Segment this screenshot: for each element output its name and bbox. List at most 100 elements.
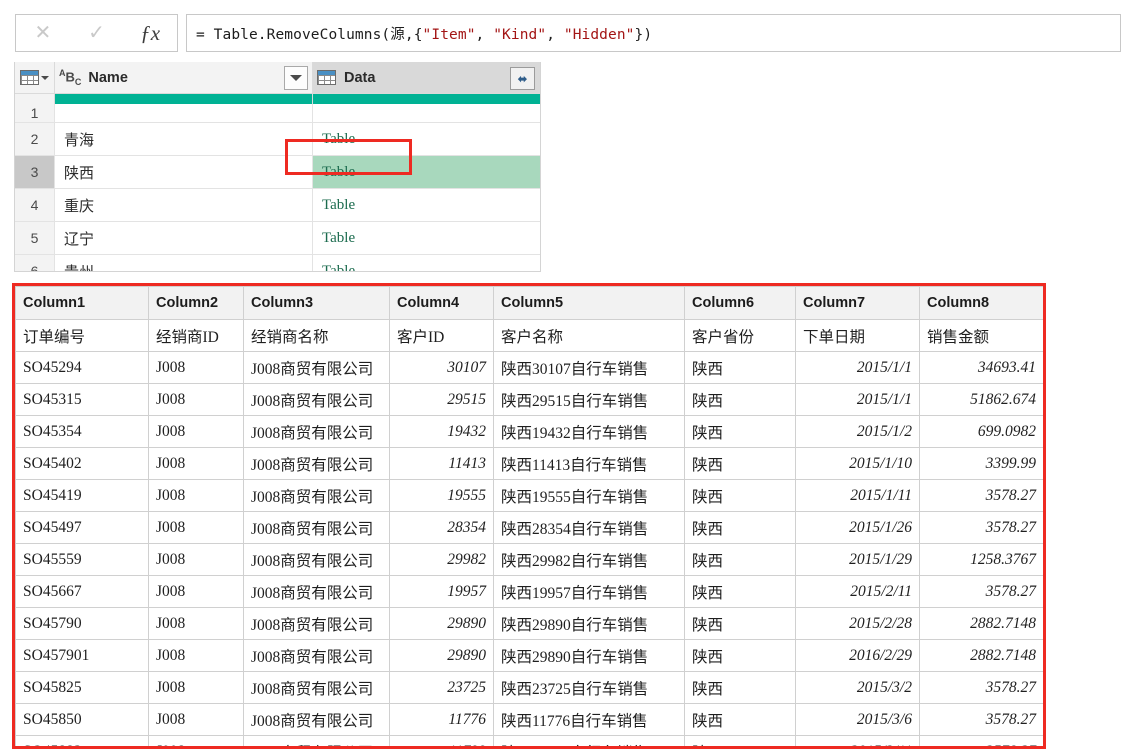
- detail-cell[interactable]: J008: [148, 735, 244, 746]
- detail-cell[interactable]: 陕西11799自行车销售: [493, 735, 685, 746]
- detail-cell[interactable]: 陕西: [684, 351, 796, 384]
- detail-cell[interactable]: 2015/3/11: [795, 735, 920, 746]
- detail-cell[interactable]: SO45883: [15, 735, 149, 746]
- row-number[interactable]: 4: [15, 189, 55, 221]
- detail-cell[interactable]: 2015/1/11: [795, 479, 920, 512]
- cell-data[interactable]: Table: [313, 189, 540, 221]
- detail-cell[interactable]: 2016/2/29: [795, 639, 920, 672]
- detail-cell[interactable]: J008商贸有限公司: [243, 415, 390, 448]
- detail-cell[interactable]: J008: [148, 703, 244, 736]
- detail-table-row[interactable]: SO45883J008J008商贸有限公司11799陕西11799自行车销售陕西…: [15, 735, 1043, 746]
- detail-cell[interactable]: 34693.41: [919, 351, 1043, 384]
- detail-cell[interactable]: 23725: [389, 671, 494, 704]
- detail-cell[interactable]: 陕西: [684, 735, 796, 746]
- detail-cell[interactable]: SO45315: [15, 383, 149, 416]
- detail-table-row[interactable]: SO45315 J008 J008商贸有限公司 29515 陕西29515自行车销售 陕西…: [15, 383, 1043, 416]
- table-row[interactable]: 2 青海 Table: [15, 123, 540, 156]
- detail-cell[interactable]: 陕西23725自行车销售: [493, 671, 685, 704]
- row-number[interactable]: 3: [15, 156, 55, 188]
- table-row[interactable]: 5 辽宁 Table: [15, 222, 540, 255]
- cell-name[interactable]: 陕西: [55, 156, 313, 188]
- detail-cell[interactable]: 陕西: [684, 383, 796, 416]
- detail-cell[interactable]: 陕西: [684, 575, 796, 608]
- detail-cell[interactable]: J008商贸有限公司: [243, 735, 390, 746]
- detail-cell[interactable]: 2015/1/26: [795, 511, 920, 544]
- detail-cell[interactable]: SO45402: [15, 447, 149, 480]
- detail-cell[interactable]: SO45559: [15, 543, 149, 576]
- detail-cell[interactable]: J008: [148, 511, 244, 544]
- detail-cell[interactable]: J008: [148, 351, 244, 384]
- detail-column-header-4[interactable]: Column4: [389, 286, 494, 320]
- row-number[interactable]: 1: [15, 104, 55, 122]
- detail-cell[interactable]: 699.0982: [919, 415, 1043, 448]
- expand-columns-icon[interactable]: ⬌: [510, 67, 535, 90]
- cell-name[interactable]: [55, 104, 313, 122]
- detail-cell[interactable]: J008商贸有限公司: [243, 703, 390, 736]
- detail-subheader-cell-2[interactable]: 经销商ID: [148, 319, 244, 352]
- detail-column-header-6[interactable]: Column6: [684, 286, 796, 320]
- detail-subheader-cell-3[interactable]: 经销商名称: [243, 319, 390, 352]
- detail-cell[interactable]: 28354: [389, 511, 494, 544]
- detail-cell[interactable]: 29982: [389, 543, 494, 576]
- detail-cell[interactable]: SO457901: [15, 639, 149, 672]
- cell-data[interactable]: Table: [313, 123, 540, 155]
- table-row[interactable]: 6 贵州 Table: [15, 255, 540, 271]
- detail-cell[interactable]: J008: [148, 415, 244, 448]
- detail-cell[interactable]: 陕西: [684, 607, 796, 640]
- detail-cell[interactable]: 陕西: [684, 447, 796, 480]
- detail-cell[interactable]: 陕西11776自行车销售: [493, 703, 685, 736]
- detail-cell[interactable]: SO45294: [15, 351, 149, 384]
- table-row[interactable]: 4 重庆 Table: [15, 189, 540, 222]
- detail-cell[interactable]: 19957: [389, 575, 494, 608]
- detail-table-row[interactable]: SO457901 J008 J008商贸有限公司 29890 陕西29890自行车销售陕…: [15, 639, 1043, 672]
- detail-cell[interactable]: 29890: [389, 639, 494, 672]
- detail-cell[interactable]: SO45825: [15, 671, 149, 704]
- detail-cell[interactable]: SO45790: [15, 607, 149, 640]
- detail-subheader-row[interactable]: 订单编号 经销商ID 经销商名称 客户ID 客户名称 客户省份 下单日期 销售金额: [15, 319, 1043, 352]
- detail-column-header-7[interactable]: Column7: [795, 286, 920, 320]
- detail-cell[interactable]: J008: [148, 447, 244, 480]
- detail-cell[interactable]: 陕西: [684, 703, 796, 736]
- detail-subheader-cell-4[interactable]: 客户ID: [389, 319, 494, 352]
- accept-check-icon[interactable]: ✓: [73, 15, 119, 51]
- detail-cell[interactable]: 51862.674: [919, 383, 1043, 416]
- detail-cell[interactable]: 19432: [389, 415, 494, 448]
- detail-cell[interactable]: 2015/1/29: [795, 543, 920, 576]
- detail-cell[interactable]: 2015/1/2: [795, 415, 920, 448]
- detail-cell[interactable]: 11413: [389, 447, 494, 480]
- detail-subheader-cell-8[interactable]: 销售金额: [919, 319, 1043, 352]
- detail-cell[interactable]: 陕西11413自行车销售: [493, 447, 685, 480]
- detail-table-row[interactable]: SO45850 J008 J008商贸有限公司 11776 陕西11776自行车销售 陕西…: [15, 703, 1043, 736]
- detail-cell[interactable]: 2015/1/1: [795, 351, 920, 384]
- detail-table-row[interactable]: SO45559 J008 J008商贸有限公司 29982 陕西29982自行车销售 陕西…: [15, 543, 1043, 576]
- detail-cell[interactable]: J008商贸有限公司: [243, 671, 390, 704]
- detail-cell[interactable]: 3578.27: [919, 511, 1043, 544]
- detail-table-row[interactable]: SO45667 J008 J008商贸有限公司 19957 陕西19957自行车销售 陕西…: [15, 575, 1043, 608]
- cell-data[interactable]: [313, 104, 540, 122]
- column-header-name[interactable]: ABC Name: [55, 62, 313, 93]
- detail-cell[interactable]: J008商贸有限公司: [243, 383, 390, 416]
- detail-cell[interactable]: 陕西19957自行车销售: [493, 575, 685, 608]
- cancel-icon[interactable]: ✕: [20, 15, 66, 51]
- detail-cell[interactable]: J008: [148, 607, 244, 640]
- row-number[interactable]: 6: [15, 255, 55, 271]
- detail-table-row[interactable]: SO45419 J008 J008商贸有限公司 19555 陕西19555自行车销售 陕西…: [15, 479, 1043, 512]
- detail-cell[interactable]: 11776: [389, 703, 494, 736]
- detail-cell[interactable]: 2015/3/6: [795, 703, 920, 736]
- detail-cell[interactable]: J008商贸有限公司: [243, 447, 390, 480]
- detail-cell[interactable]: 3578.27: [919, 735, 1043, 746]
- detail-subheader-cell-7[interactable]: 下单日期: [795, 319, 920, 352]
- detail-cell[interactable]: SO45850: [15, 703, 149, 736]
- detail-cell[interactable]: 陕西29890自行车销售: [493, 607, 685, 640]
- detail-cell[interactable]: SO45354: [15, 415, 149, 448]
- detail-cell[interactable]: SO45667: [15, 575, 149, 608]
- row-number[interactable]: 5: [15, 222, 55, 254]
- detail-column-header-2[interactable]: Column2: [148, 286, 244, 320]
- cell-name[interactable]: 辽宁: [55, 222, 313, 254]
- detail-table-row[interactable]: SO45402 J008 J008商贸有限公司 11413 陕西11413自行车销售 陕西…: [15, 447, 1043, 480]
- detail-cell[interactable]: 陕西: [684, 479, 796, 512]
- detail-cell[interactable]: 陕西: [684, 511, 796, 544]
- detail-cell[interactable]: 陕西: [684, 543, 796, 576]
- detail-column-header-5[interactable]: Column5: [493, 286, 685, 320]
- detail-table-row[interactable]: SO45294 J008 J008商贸有限公司 30107 陕西30107自行车销售 陕西…: [15, 351, 1043, 384]
